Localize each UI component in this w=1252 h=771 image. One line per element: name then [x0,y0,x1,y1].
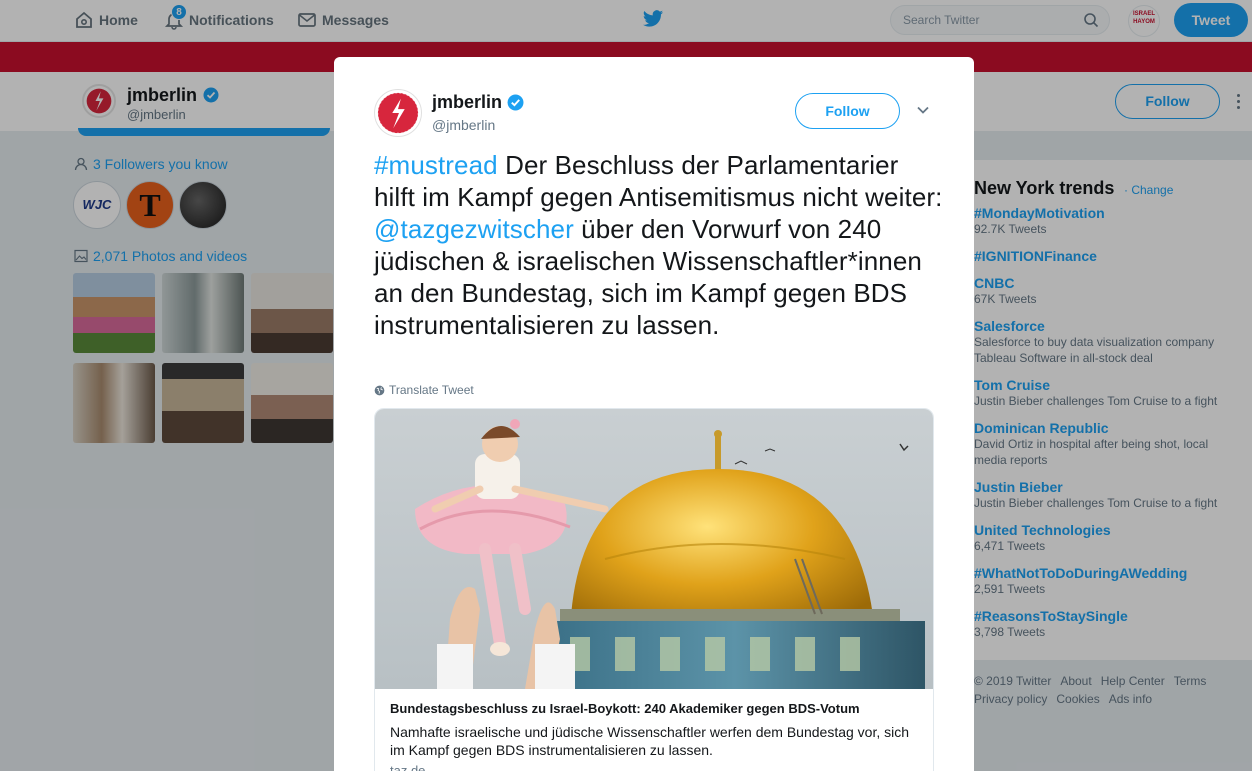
mention-link[interactable]: @tazgezwitscher [374,214,574,244]
card-title: Bundestagsbeschluss zu Israel-Boykott: 2… [390,701,860,716]
translate-tweet-link[interactable]: Translate Tweet [374,383,474,397]
tweet-author-name: jmberlin [432,92,503,112]
chevron-down-icon[interactable] [916,103,930,117]
translate-tweet-label: Translate Tweet [389,383,474,397]
card-description: Namhafte israelische und jüdische Wissen… [390,724,910,758]
tweet-author-name-row[interactable]: jmberlin [432,92,524,113]
card-image [375,409,933,689]
hashtag-link[interactable]: #mustread [374,150,498,180]
tweet-author-avatar[interactable] [374,89,422,137]
tweet-author-handle[interactable]: @jmberlin [432,117,495,133]
link-preview-card[interactable]: Bundestagsbeschluss zu Israel-Boykott: 2… [374,408,934,771]
card-domain: taz.de [390,763,426,771]
globe-icon [374,385,385,395]
tweet-text: #mustread Der Beschluss der Parlamentari… [374,149,944,341]
tweet-modal: jmberlin @jmberlin Follow #mustread Der … [334,57,974,771]
follow-button[interactable]: Follow [795,93,900,129]
verified-badge-icon [507,94,524,111]
